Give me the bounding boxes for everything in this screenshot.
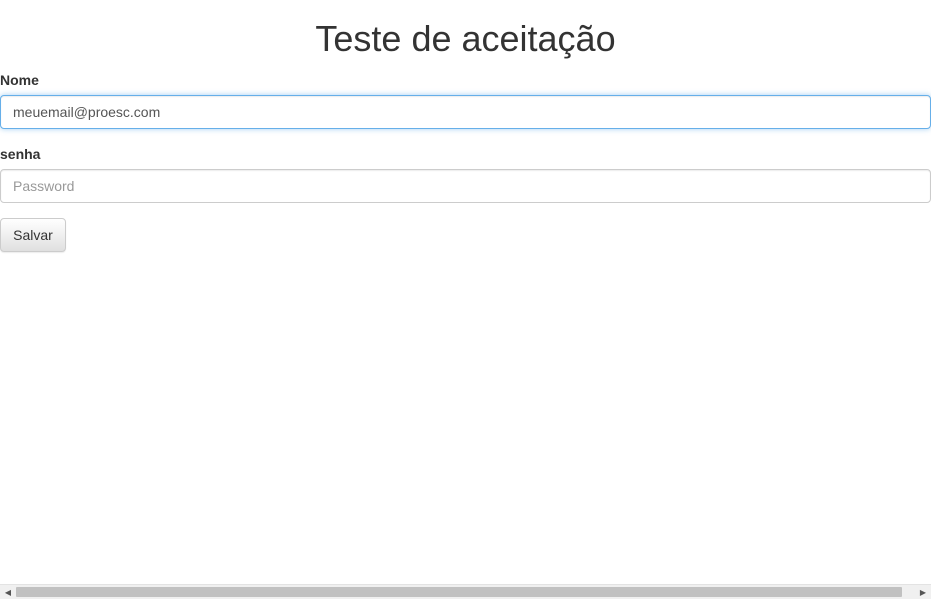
nome-input[interactable] (0, 95, 931, 129)
triangle-right-icon[interactable]: ▶ (916, 587, 930, 598)
horizontal-scrollbar[interactable]: ◀ ▶ (0, 584, 931, 599)
page: Teste de aceitação Nome senha Salvar ◀ ▶ (0, 0, 931, 599)
triangle-left-icon[interactable]: ◀ (1, 587, 15, 598)
senha-input[interactable] (0, 169, 931, 203)
nome-label: Nome (0, 72, 39, 88)
scrollbar-thumb[interactable] (16, 587, 902, 597)
page-title: Teste de aceitação (315, 18, 616, 59)
salvar-button[interactable]: Salvar (0, 218, 66, 252)
senha-label: senha (0, 146, 41, 162)
